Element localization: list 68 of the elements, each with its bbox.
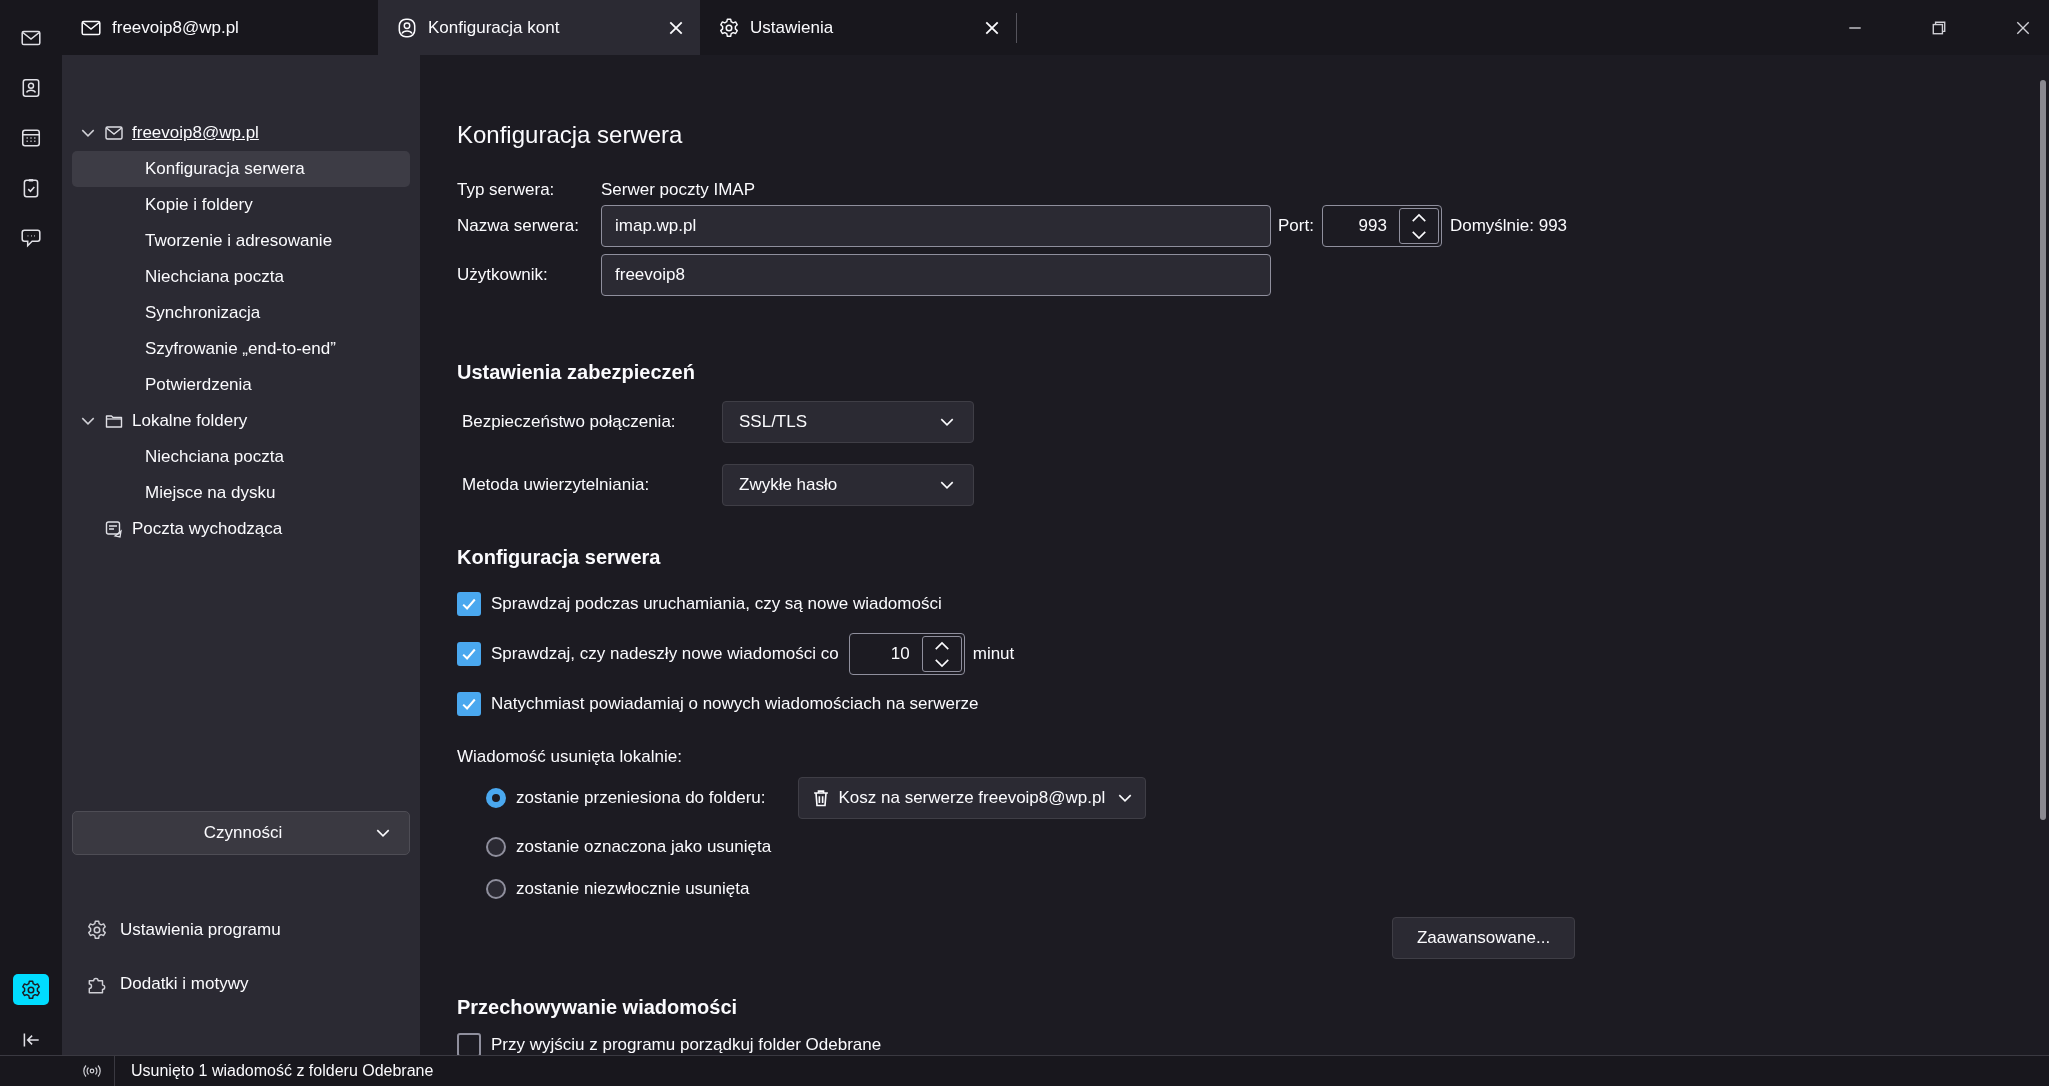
radio-button[interactable] <box>486 788 506 808</box>
close-icon[interactable] <box>984 19 1000 36</box>
status-text: Usunięto 1 wiadomość z folderu Odebrane <box>131 1062 434 1080</box>
address-book-icon <box>20 76 42 99</box>
checkbox-label[interactable]: Sprawdzaj podczas uruchamiania, czy są nowe wiadomości <box>491 594 942 614</box>
tree-item[interactable]: Niechciana poczta <box>72 439 410 475</box>
page-title: Konfiguracja serwera <box>457 120 684 150</box>
number-field[interactable]: 993 <box>1321 205 1442 247</box>
dropdown[interactable]: Zwykłe hasło <box>722 464 974 506</box>
tree-item[interactable]: Poczta wychodząca <box>132 519 283 539</box>
gear-icon <box>718 16 740 39</box>
input-field[interactable]: freevoip8 <box>601 254 1271 296</box>
server-type-value: Serwer poczty IMAP <box>601 180 755 200</box>
section-heading: Ustawienia zabezpieczeń <box>457 360 696 385</box>
field-label: Użytkownik: <box>457 265 549 285</box>
spin-buttons[interactable] <box>921 636 962 672</box>
close-icon[interactable] <box>2015 19 2031 36</box>
tree-item[interactable]: Kopie i foldery <box>72 187 410 223</box>
tree-item[interactable]: Miejsce na dysku <box>72 475 410 511</box>
checkbox[interactable] <box>457 592 481 616</box>
checkbox-label[interactable]: Przy wyjściu z programu porządkuj folder Odebrane <box>491 1035 882 1055</box>
folder-dropdown[interactable]: Kosz na serwerze freevoip8@wp.pl <box>797 777 1147 819</box>
group-label: Wiadomość usunięta lokalnie: <box>457 746 683 768</box>
radio-label[interactable]: zostanie przeniesiona do folderu: <box>516 788 766 808</box>
checkbox-label[interactable]: Sprawdzaj, czy nadeszły nowe wiadomości co <box>491 644 839 664</box>
tree-item[interactable]: Potwierdzenia <box>72 367 410 403</box>
gear-icon <box>20 978 42 1001</box>
radio-label[interactable]: zostanie oznaczona jako usunięta <box>516 837 772 857</box>
checkbox[interactable] <box>457 692 481 716</box>
field-label: Typ serwera: <box>457 180 556 200</box>
checkbox[interactable] <box>457 642 481 666</box>
restore-icon[interactable] <box>1931 19 1947 36</box>
tab[interactable]: freevoip8@wp.pl <box>62 0 378 55</box>
checkbox-label[interactable]: Natychmiast powiadamiaj o nowych wiadomościach na serwerze <box>491 694 979 714</box>
field-label: Nazwa serwera: <box>457 216 580 236</box>
spin-buttons[interactable] <box>1398 208 1439 244</box>
dropdown[interactable]: SSL/TLS <box>722 401 974 443</box>
account-link[interactable]: freevoip8@wp.pl <box>132 123 259 143</box>
person-icon <box>396 16 418 39</box>
number-field[interactable]: 10 <box>848 633 965 675</box>
radio-label[interactable]: zostanie niezwłocznie usunięta <box>516 879 750 899</box>
tab[interactable]: Konfiguracja kont <box>378 0 700 55</box>
field-label: Metoda uwierzytelniania: <box>461 475 651 495</box>
field-label: Bezpieczeństwo połączenia: <box>461 412 677 432</box>
tree-item[interactable]: Konfiguracja serwera <box>72 151 410 187</box>
radio-button[interactable] <box>486 879 506 899</box>
radio-button[interactable] <box>486 837 506 857</box>
default-port-text: Domyślnie: 993 <box>1449 216 1568 236</box>
tree-item[interactable]: Synchronizacja <box>72 295 410 331</box>
input-field[interactable]: imap.wp.pl <box>601 205 1271 247</box>
tree-item[interactable]: Tworzenie i adresowanie <box>72 223 410 259</box>
gear-icon <box>86 919 108 941</box>
outbox-icon <box>104 519 124 539</box>
section-heading: Konfiguracja serwera <box>457 545 662 570</box>
settings-link[interactable]: Dodatki i motywy <box>120 974 249 994</box>
tab[interactable]: Ustawienia <box>700 0 1016 55</box>
advanced-button[interactable]: Zaawansowane... <box>1392 917 1575 959</box>
close-icon[interactable] <box>668 19 684 36</box>
tree-item[interactable]: Niechciana poczta <box>72 259 410 295</box>
section-heading: Przechowywanie wiadomości <box>457 995 739 1020</box>
envelope-icon <box>104 123 124 143</box>
unit-label: minut <box>972 644 1015 664</box>
signal-icon <box>82 1064 102 1078</box>
tree-item[interactable]: Lokalne foldery <box>132 411 248 431</box>
settings-link[interactable]: Ustawienia programu <box>120 920 281 940</box>
field-label: Port: <box>1278 216 1314 236</box>
actions-dropdown[interactable]: Czynności <box>72 811 410 855</box>
tree-item[interactable]: Szyfrowanie „end-to-end” <box>72 331 410 367</box>
